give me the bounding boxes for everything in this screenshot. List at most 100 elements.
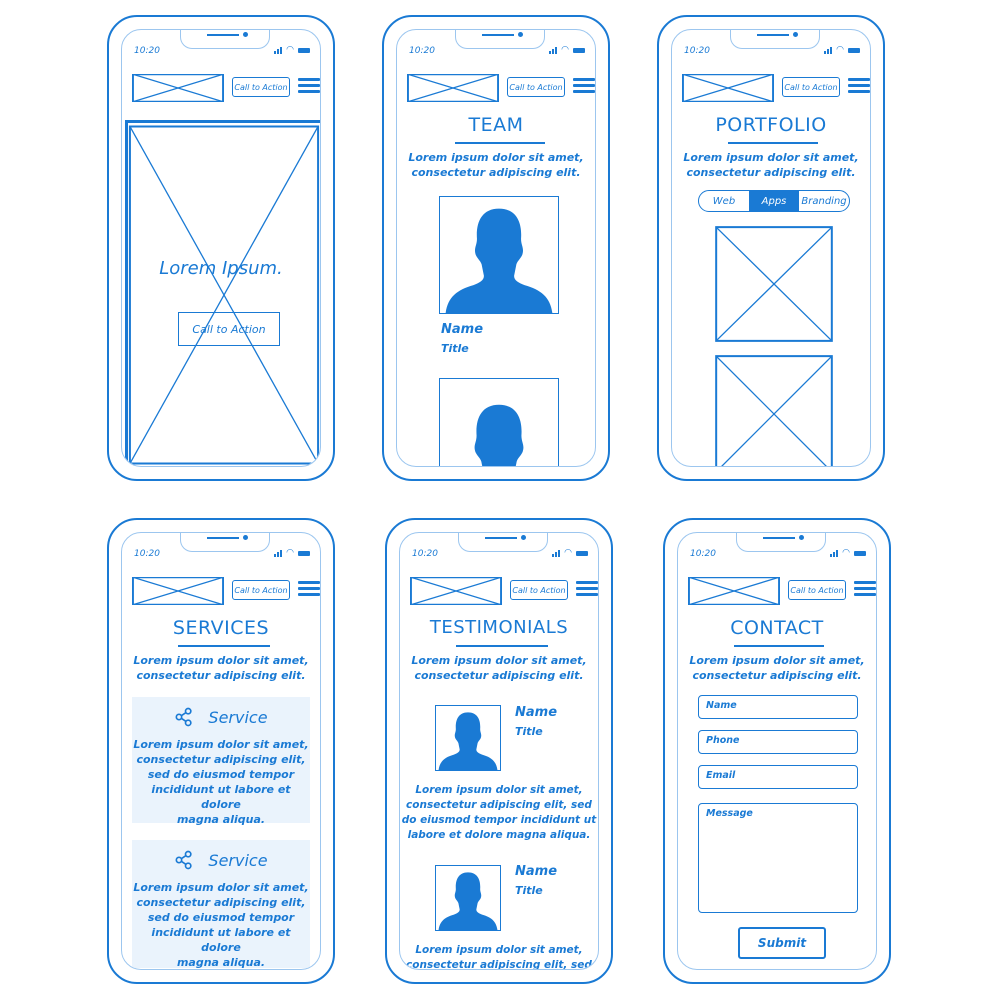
logo-placeholder[interactable] bbox=[132, 74, 224, 102]
heading-underline bbox=[178, 645, 270, 647]
page-heading: SERVICES bbox=[172, 617, 270, 639]
battery-icon bbox=[576, 551, 588, 556]
signal-icon bbox=[549, 47, 558, 54]
signal-icon bbox=[274, 47, 283, 54]
page-subtitle: Lorem ipsum dolor sit amet, consectetur … bbox=[689, 654, 865, 682]
share-icon bbox=[174, 707, 194, 727]
status-icons: ◠ bbox=[830, 548, 866, 558]
nav-cta-button[interactable]: Call to Action bbox=[510, 580, 568, 600]
team-member-title: Title bbox=[441, 342, 469, 355]
page-heading: CONTACT bbox=[730, 617, 824, 639]
email-field[interactable]: Email bbox=[698, 765, 858, 789]
testimonial-name: Name bbox=[515, 705, 558, 720]
status-icons: ◠ bbox=[549, 46, 585, 55]
phone-services: 10:20 ◠ Call to Action SERVICES Lorem ip… bbox=[107, 518, 335, 984]
hero-image-placeholder bbox=[125, 120, 320, 466]
person-icon bbox=[440, 197, 558, 313]
notch bbox=[180, 533, 270, 552]
page-heading: TESTIMONIALS bbox=[429, 617, 569, 638]
nav-cta-button[interactable]: Call to Action bbox=[232, 77, 290, 97]
message-textarea[interactable]: Message bbox=[698, 803, 858, 913]
filter-tab-branding[interactable]: Branding bbox=[799, 191, 849, 211]
team-member-photo bbox=[439, 378, 559, 467]
portfolio-item-placeholder[interactable] bbox=[715, 226, 833, 342]
status-icons: ◠ bbox=[552, 548, 588, 558]
notch bbox=[180, 30, 270, 49]
battery-icon bbox=[298, 551, 310, 556]
nav-cta-button[interactable]: Call to Action bbox=[507, 77, 565, 97]
status-time: 10:20 bbox=[409, 46, 435, 56]
battery-icon bbox=[848, 48, 860, 53]
portfolio-item-placeholder[interactable] bbox=[715, 355, 833, 467]
screen: 10:20 ◠ Call to Action TEAM Lorem ipsum … bbox=[396, 29, 596, 467]
page-subtitle: Lorem ipsum dolor sit amet, consectetur … bbox=[408, 151, 584, 179]
person-icon bbox=[436, 866, 500, 930]
battery-icon bbox=[854, 551, 866, 556]
battery-icon bbox=[573, 48, 585, 53]
hamburger-menu-icon[interactable] bbox=[854, 581, 876, 599]
service-card: Service Lorem ipsum dolor sit amet, cons… bbox=[132, 697, 310, 826]
person-icon bbox=[440, 393, 558, 467]
navbar: Call to Action bbox=[688, 577, 876, 607]
signal-icon bbox=[830, 550, 839, 557]
screen: 10:20 ◠ Call to Action CONTACT Lorem ips… bbox=[677, 532, 877, 970]
testimonial-quote: Lorem ipsum dolor sit amet, consectetur … bbox=[406, 944, 592, 970]
wifi-icon: ◠ bbox=[564, 548, 572, 558]
wifi-icon: ◠ bbox=[842, 548, 850, 558]
name-field[interactable]: Name bbox=[698, 695, 858, 719]
heading-underline bbox=[455, 142, 545, 144]
status-time: 10:20 bbox=[134, 549, 160, 559]
page-subtitle: Lorem ipsum dolor sit amet, consectetur … bbox=[411, 654, 587, 682]
testimonial-name: Name bbox=[515, 864, 558, 879]
logo-placeholder[interactable] bbox=[688, 577, 780, 605]
service-description: Lorem ipsum dolor sit amet, consectetur … bbox=[133, 738, 309, 826]
wifi-icon: ◠ bbox=[286, 548, 294, 558]
nav-cta-button[interactable]: Call to Action bbox=[788, 580, 846, 600]
share-icon bbox=[174, 850, 194, 870]
service-description: Lorem ipsum dolor sit amet, consectetur … bbox=[133, 881, 309, 969]
service-label: Service bbox=[208, 850, 268, 870]
team-member-name: Name bbox=[441, 322, 484, 337]
testimonial-photo bbox=[435, 705, 501, 771]
navbar: Call to Action bbox=[410, 577, 598, 607]
nav-cta-button[interactable]: Call to Action bbox=[782, 77, 840, 97]
phone-field[interactable]: Phone bbox=[698, 730, 858, 754]
screen: 10:20 ◠ Call to Action TESTIMONIALS Lore… bbox=[399, 532, 599, 970]
hamburger-menu-icon[interactable] bbox=[576, 581, 598, 599]
heading-underline bbox=[456, 645, 548, 647]
page-heading: PORTFOLIO bbox=[715, 114, 827, 136]
person-icon bbox=[436, 706, 500, 770]
phone-portfolio: 10:20 ◠ Call to Action PORTFOLIO Lorem i… bbox=[657, 15, 885, 481]
hamburger-menu-icon[interactable] bbox=[848, 78, 870, 96]
submit-button[interactable]: Submit bbox=[738, 927, 826, 959]
nav-cta-button[interactable]: Call to Action bbox=[232, 580, 290, 600]
testimonial-photo bbox=[435, 865, 501, 931]
filter-tab-apps[interactable]: Apps bbox=[749, 191, 799, 211]
hamburger-menu-icon[interactable] bbox=[298, 78, 320, 96]
notch bbox=[736, 533, 826, 552]
hero-cta-button[interactable]: Call to Action bbox=[178, 312, 280, 346]
logo-placeholder[interactable] bbox=[410, 577, 502, 605]
hamburger-menu-icon[interactable] bbox=[298, 581, 320, 599]
page-subtitle: Lorem ipsum dolor sit amet, consectetur … bbox=[683, 151, 859, 179]
logo-placeholder[interactable] bbox=[682, 74, 774, 102]
heading-underline bbox=[728, 142, 818, 144]
status-time: 10:20 bbox=[412, 549, 438, 559]
testimonial-quote: Lorem ipsum dolor sit amet, consectetur … bbox=[401, 784, 597, 841]
phone-testimonials: 10:20 ◠ Call to Action TESTIMONIALS Lore… bbox=[385, 518, 613, 984]
hamburger-menu-icon[interactable] bbox=[573, 78, 595, 96]
phone-team: 10:20 ◠ Call to Action TEAM Lorem ipsum … bbox=[382, 15, 610, 481]
testimonial-title: Title bbox=[515, 725, 543, 738]
logo-placeholder[interactable] bbox=[407, 74, 499, 102]
battery-icon bbox=[298, 48, 310, 53]
service-label: Service bbox=[208, 707, 268, 727]
page-subtitle: Lorem ipsum dolor sit amet, consectetur … bbox=[133, 654, 309, 682]
navbar: Call to Action bbox=[132, 74, 320, 104]
logo-placeholder[interactable] bbox=[132, 577, 224, 605]
portfolio-filter-tabs: Web Apps Branding bbox=[698, 190, 850, 212]
notch bbox=[458, 533, 548, 552]
status-icons: ◠ bbox=[274, 548, 310, 558]
wifi-icon: ◠ bbox=[286, 45, 294, 55]
navbar: Call to Action bbox=[407, 74, 595, 104]
filter-tab-web[interactable]: Web bbox=[699, 191, 749, 211]
